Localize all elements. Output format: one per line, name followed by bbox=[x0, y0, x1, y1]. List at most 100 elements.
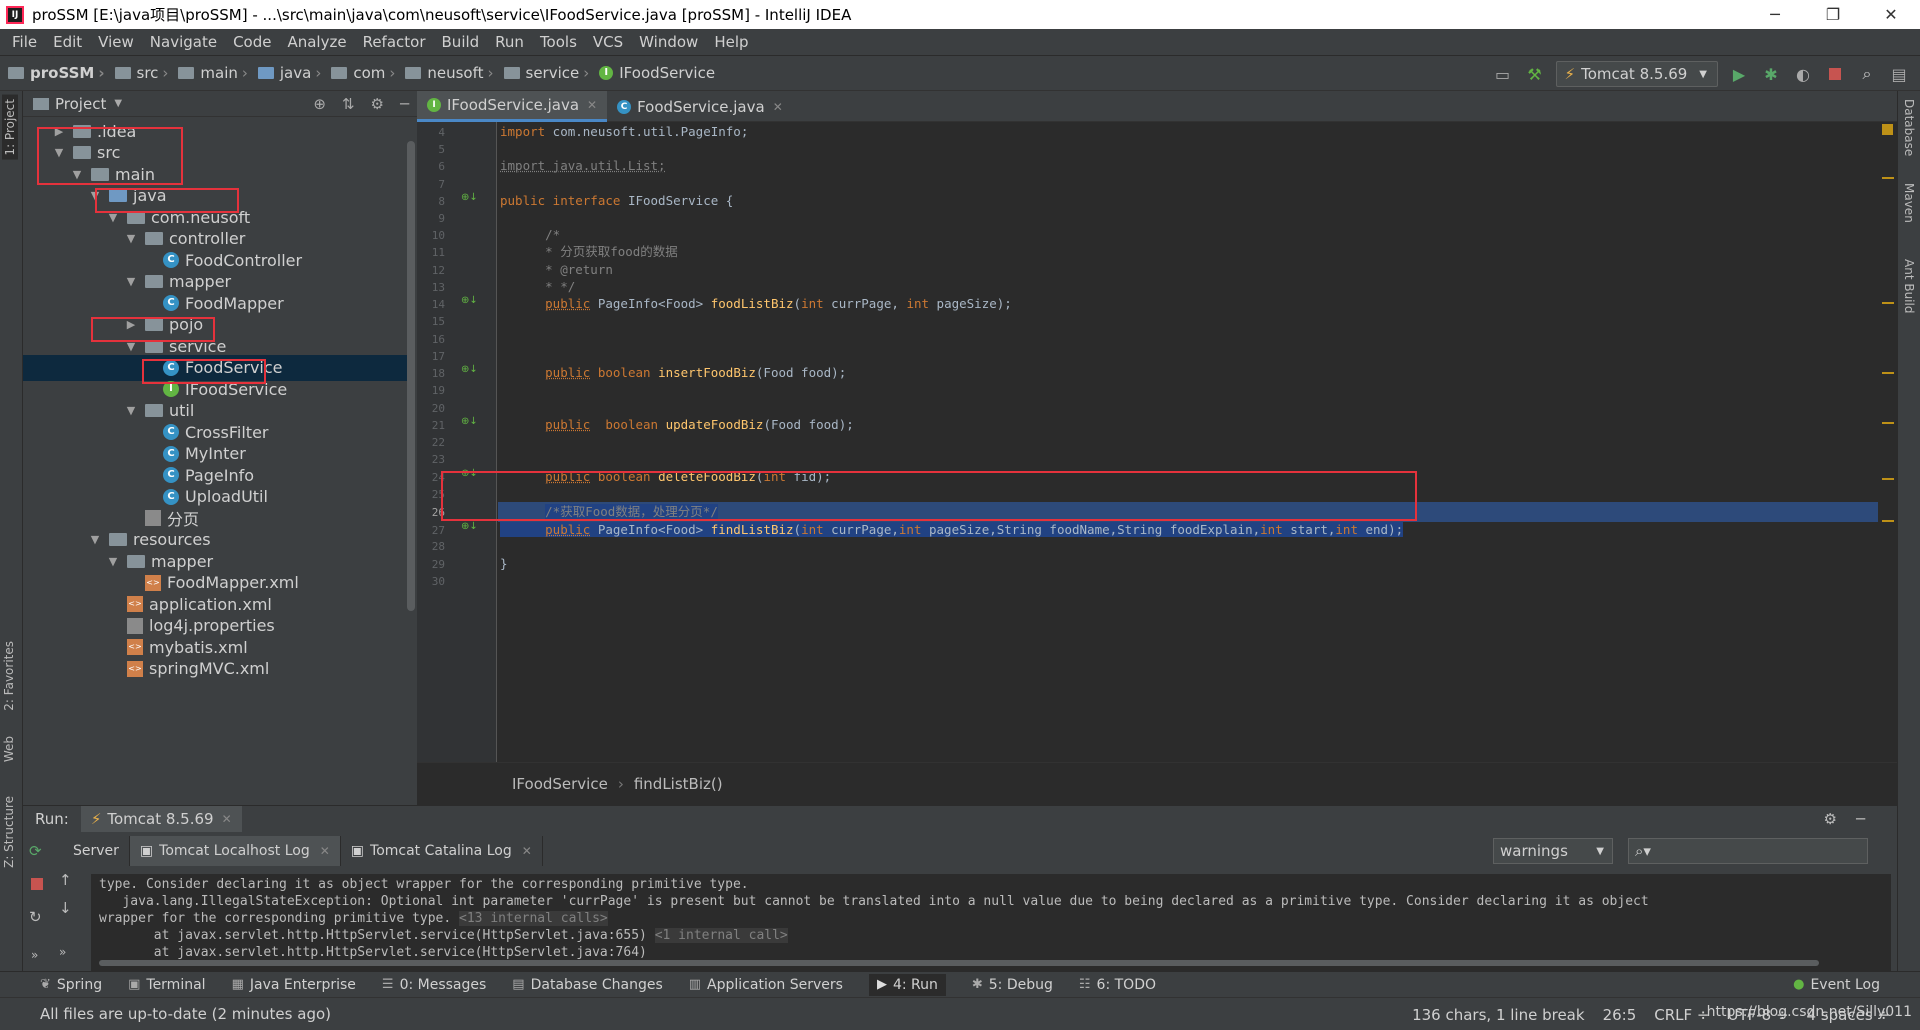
menu-help[interactable]: Help bbox=[706, 33, 756, 51]
error-stripe-mark[interactable] bbox=[1882, 177, 1894, 179]
expanded-arrow-icon[interactable]: ▼ bbox=[69, 168, 85, 181]
crumb-com[interactable]: com › bbox=[331, 64, 401, 82]
debug-icon[interactable]: ✱ bbox=[1760, 63, 1782, 85]
expanded-arrow-icon[interactable]: ▼ bbox=[87, 189, 103, 202]
toolwindow-event-log[interactable]: ● Event Log bbox=[1793, 977, 1880, 993]
toolwindow-run[interactable]: ▶ 4: Run bbox=[868, 973, 946, 996]
breadcrumb-method[interactable]: findListBiz() bbox=[634, 775, 723, 793]
close-icon[interactable]: ✕ bbox=[522, 844, 532, 858]
status-caret-position[interactable]: 26:5 bbox=[1603, 1006, 1637, 1024]
search-icon[interactable]: ⌕ bbox=[1856, 63, 1878, 85]
menu-tools[interactable]: Tools bbox=[532, 33, 585, 51]
close-button[interactable]: ✕ bbox=[1862, 0, 1920, 29]
menu-run[interactable]: Run bbox=[487, 33, 532, 51]
crumb-java[interactable]: java › bbox=[257, 64, 327, 82]
menu-file[interactable]: File bbox=[4, 33, 45, 51]
settings-structure-icon[interactable]: ▤ bbox=[1888, 63, 1910, 85]
menu-refactor[interactable]: Refactor bbox=[355, 33, 434, 51]
crumb-neusoft[interactable]: neusoft › bbox=[405, 64, 499, 82]
implemented-icon[interactable]: ⊕↓ bbox=[461, 295, 478, 306]
gear-icon[interactable]: ⚙ bbox=[371, 95, 384, 113]
menu-view[interactable]: View bbox=[90, 33, 142, 51]
collapse-all-icon[interactable]: ⇅ bbox=[342, 95, 355, 113]
log-level-select[interactable]: warnings ▼ bbox=[1493, 838, 1613, 864]
locate-icon[interactable]: ⊕ bbox=[313, 95, 326, 113]
collapsed-arrow-icon[interactable]: ▶ bbox=[123, 318, 139, 331]
crumb-src[interactable]: src › bbox=[114, 64, 175, 82]
toolwindow-java-enterprise[interactable]: ▦ Java Enterprise bbox=[232, 977, 356, 993]
tab-ifoodservice[interactable]: I IFoodService.java ✕ bbox=[417, 91, 608, 122]
editor-scrollbar[interactable] bbox=[1878, 122, 1897, 762]
internal-calls-link[interactable]: <13 internal calls> bbox=[459, 911, 608, 926]
crumb-ifoodservice[interactable]: I IFoodService bbox=[599, 64, 715, 82]
implemented-icon[interactable]: ⊕↓ bbox=[461, 468, 478, 479]
expanded-arrow-icon[interactable]: ▼ bbox=[123, 275, 139, 288]
error-stripe-mark[interactable] bbox=[1882, 520, 1894, 522]
implemented-icon[interactable]: ⊕↓ bbox=[461, 521, 478, 532]
gear-icon[interactable]: ⚙ bbox=[1824, 810, 1837, 828]
run-tab-tomcat[interactable]: ⚡ Tomcat 8.5.69 ✕ bbox=[80, 806, 242, 832]
crumb-main[interactable]: main › bbox=[178, 64, 253, 82]
tree-item[interactable]: <> springMVC.xml bbox=[23, 656, 415, 682]
project-structure-icon[interactable]: ▭ bbox=[1492, 63, 1514, 85]
favorites-tool-tab[interactable]: 2: Favorites bbox=[2, 641, 16, 711]
implemented-icon[interactable]: ⊕↓ bbox=[461, 192, 478, 203]
menu-code[interactable]: Code bbox=[225, 33, 279, 51]
code-area[interactable]: import com.neusoft.util.PageInfo; import… bbox=[498, 122, 1878, 762]
coverage-icon[interactable]: ◐ bbox=[1792, 63, 1814, 85]
stop-icon[interactable] bbox=[1824, 63, 1846, 85]
build-hammer-icon[interactable]: ⚒ bbox=[1524, 63, 1546, 85]
menu-build[interactable]: Build bbox=[434, 33, 488, 51]
toolwindow-spring[interactable]: ❦ Spring bbox=[40, 977, 102, 993]
toolwindow-messages[interactable]: ☰ 0: Messages bbox=[382, 977, 486, 993]
chevron-down-icon[interactable]: ▼ bbox=[114, 98, 122, 109]
stop-icon[interactable] bbox=[31, 878, 43, 890]
toolwindow-database-changes[interactable]: ▤ Database Changes bbox=[512, 977, 662, 993]
restore-button[interactable]: ❐ bbox=[1804, 0, 1862, 29]
subtab-catalina-log[interactable]: ▣ Tomcat Catalina Log ✕ bbox=[341, 836, 543, 866]
menu-navigate[interactable]: Navigate bbox=[142, 33, 225, 51]
crumb-service[interactable]: service › bbox=[503, 64, 596, 82]
error-stripe-mark[interactable] bbox=[1882, 302, 1894, 304]
close-icon[interactable]: ✕ bbox=[222, 812, 232, 826]
minimize-button[interactable]: ─ bbox=[1746, 0, 1804, 29]
status-line-separator[interactable]: CRLF ÷ bbox=[1654, 1006, 1709, 1024]
toolwindow-debug[interactable]: ✱ 5: Debug bbox=[972, 977, 1053, 993]
ant-build-tool-tab[interactable]: Ant Build bbox=[1902, 259, 1916, 313]
database-tool-tab[interactable]: Database bbox=[1902, 99, 1916, 156]
error-stripe-mark[interactable] bbox=[1882, 478, 1894, 480]
more-icon[interactable]: » bbox=[59, 945, 66, 959]
expanded-arrow-icon[interactable]: ▼ bbox=[123, 340, 139, 353]
implemented-icon[interactable]: ⊕↓ bbox=[461, 416, 478, 427]
expanded-arrow-icon[interactable]: ▼ bbox=[123, 404, 139, 417]
close-icon[interactable]: ✕ bbox=[320, 844, 330, 858]
run-icon[interactable]: ▶ bbox=[1728, 63, 1750, 85]
menu-vcs[interactable]: VCS bbox=[585, 33, 631, 51]
project-view-select[interactable]: Project bbox=[55, 95, 106, 113]
project-tool-tab[interactable]: 1: Project bbox=[2, 95, 18, 160]
crumb-project[interactable]: proSSM › bbox=[8, 64, 111, 82]
internal-call-link[interactable]: <1 internal call> bbox=[654, 928, 788, 943]
more-icon[interactable]: » bbox=[31, 948, 38, 962]
expanded-arrow-icon[interactable]: ▼ bbox=[51, 146, 67, 159]
tab-foodservice[interactable]: C FoodService.java ✕ bbox=[607, 91, 793, 122]
close-icon[interactable]: ✕ bbox=[587, 98, 597, 112]
implemented-icon[interactable]: ⊕↓ bbox=[461, 364, 478, 375]
console-output[interactable]: type. Consider declaring it as object wr… bbox=[91, 874, 1891, 972]
toolwindow-todo[interactable]: ☷ 6: TODO bbox=[1079, 977, 1156, 993]
down-arrow-icon[interactable]: ↓ bbox=[59, 899, 72, 917]
menu-window[interactable]: Window bbox=[631, 33, 706, 51]
structure-tool-tab[interactable]: Z: Structure bbox=[2, 796, 16, 868]
expanded-arrow-icon[interactable]: ▼ bbox=[105, 555, 121, 568]
error-stripe-mark[interactable] bbox=[1882, 422, 1894, 424]
collapsed-arrow-icon[interactable]: ▶ bbox=[51, 125, 67, 138]
project-scrollbar[interactable] bbox=[407, 141, 415, 611]
expanded-arrow-icon[interactable]: ▼ bbox=[123, 232, 139, 245]
breadcrumb-interface[interactable]: IFoodService bbox=[512, 775, 608, 793]
error-stripe-mark[interactable] bbox=[1882, 372, 1894, 374]
web-tool-tab[interactable]: Web bbox=[2, 736, 16, 762]
console-hscrollbar[interactable] bbox=[99, 960, 1819, 966]
menu-edit[interactable]: Edit bbox=[45, 33, 90, 51]
minimize-panel-icon[interactable]: ─ bbox=[1856, 810, 1865, 828]
menu-analyze[interactable]: Analyze bbox=[279, 33, 354, 51]
